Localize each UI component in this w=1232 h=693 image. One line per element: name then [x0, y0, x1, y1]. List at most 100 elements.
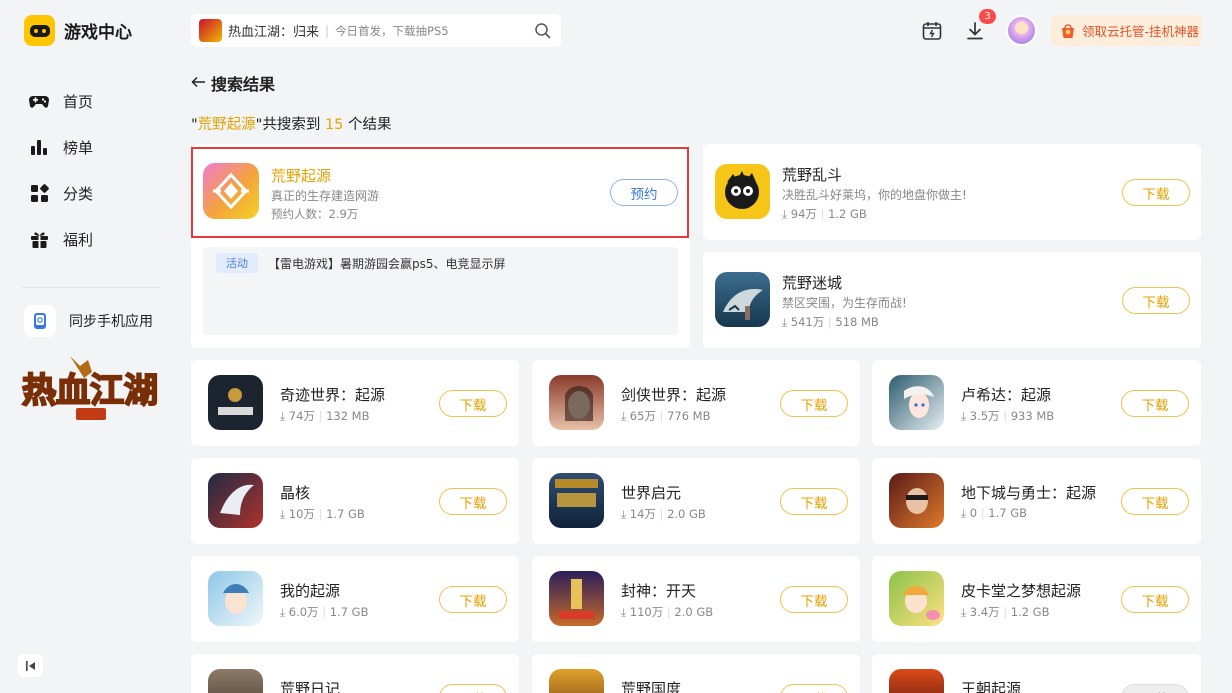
download-count-badge: 3 [979, 9, 996, 24]
app-name[interactable]: 地下城与勇士：起源 [961, 482, 1096, 503]
app-name[interactable]: 荒野日记 [280, 678, 340, 693]
download-button[interactable]: 下载 [1121, 390, 1189, 417]
app-icon-brawl[interactable] [715, 164, 770, 219]
app-meta: ⤓ 541万 | 518 MB [782, 315, 879, 329]
app-meta: ⤓ 3.4万 | 1.2 GB [961, 605, 1050, 619]
gift-bag-icon [1062, 23, 1074, 38]
highlight-box [191, 147, 689, 238]
activity-tag: 活动 [216, 253, 258, 273]
download-button[interactable]: 下载 [439, 390, 507, 417]
result-card: 封神：开天 ⤓ 110万 | 2.0 GB 下载 [532, 556, 860, 642]
download-button[interactable]: 下载 [780, 390, 848, 417]
download-button[interactable]: 下载 [439, 684, 507, 693]
app-name[interactable]: 剑侠世界：起源 [621, 384, 726, 405]
app-icon[interactable] [208, 669, 263, 693]
cloud-hosting-label: 领取云托管-挂机神器 [1082, 24, 1200, 39]
app-icon[interactable] [889, 375, 944, 430]
back-button[interactable]: 搜索结果 [191, 71, 275, 95]
app-name[interactable]: 晶核 [280, 482, 310, 503]
download-button[interactable]: 下载 [439, 586, 507, 613]
app-title: 游戏中心 [64, 23, 132, 43]
search-icon[interactable] [534, 22, 551, 39]
sidebar-item-home[interactable]: 首页 [28, 78, 93, 124]
sidebar-nav: 首页 榜单 分类 福利 [28, 78, 93, 262]
back-arrow-icon [191, 74, 206, 92]
activity-text: 【雷电游戏】暑期游园会赢ps5、电竞显示屏 [268, 257, 506, 271]
cloud-hosting-button[interactable]: 领取云托管-挂机神器 [1051, 15, 1202, 46]
result-card: 世界启元 ⤓ 14万 | 2.0 GB 下载 [532, 458, 860, 544]
app-meta: ⤓ 74万 | 132 MB [280, 409, 370, 423]
sidebar-divider [22, 287, 160, 288]
search-hint: 今日首发，下载抽PS5 [335, 23, 449, 38]
result-card: 我的起源 ⤓ 6.0万 | 1.7 GB 下载 [191, 556, 519, 642]
controller-logo-icon [24, 15, 55, 46]
app-name[interactable]: 王朝起源 [961, 678, 1021, 693]
result-card: 荒野国度 下载 [532, 654, 860, 693]
avatar[interactable] [1006, 15, 1037, 46]
app-meta: ⤓ 14万 | 2.0 GB [621, 507, 706, 521]
sidebar: 游戏中心 首页 榜单 分类 福利 同步手机应用 热血江湖 [0, 0, 175, 693]
app-name[interactable]: 荒野国度 [621, 678, 681, 693]
category-icon [28, 182, 50, 204]
app-desc: 决胜乱斗好莱坞，你的地盘你做主! [782, 188, 967, 202]
app-name[interactable]: 我的起源 [280, 580, 340, 601]
app-icon-maze[interactable] [715, 272, 770, 327]
app-icon[interactable] [549, 669, 604, 693]
app-icon[interactable] [208, 375, 263, 430]
app-name[interactable]: 世界启元 [621, 482, 681, 503]
result-card: 皮卡堂之梦想起源 ⤓ 3.4万 | 1.2 GB 下载 [872, 556, 1201, 642]
app-name[interactable]: 皮卡堂之梦想起源 [961, 580, 1081, 601]
search-game-thumbnail [199, 19, 222, 42]
app-icon[interactable] [208, 473, 263, 528]
sidebar-item-ranking[interactable]: 榜单 [28, 124, 93, 170]
phone-sync-icon [24, 305, 56, 337]
download-button[interactable]: 下载 [1122, 179, 1190, 206]
sidebar-item-label: 福利 [63, 230, 94, 249]
summary-suffix: 个结果 [348, 117, 392, 133]
download-button[interactable]: 下载 [439, 488, 507, 515]
app-name[interactable]: 荒野乱斗 [782, 164, 842, 185]
sidebar-item-welfare[interactable]: 福利 [28, 216, 93, 262]
download-button[interactable]: 下载 [780, 684, 848, 693]
app-name[interactable]: 封神：开天 [621, 580, 696, 601]
download-button[interactable]: 下载 [1121, 684, 1189, 693]
download-button[interactable]: 下载 [1121, 586, 1189, 613]
download-button[interactable]: 下载 [780, 586, 848, 613]
sync-phone-apps[interactable]: 同步手机应用 [24, 305, 153, 337]
search-separator: | [325, 23, 330, 38]
calendar-icon[interactable] [920, 19, 944, 43]
app-icon[interactable] [208, 571, 263, 626]
search-game-title: 热血江湖：归来 [228, 25, 320, 40]
result-card: 晶核 ⤓ 10万 | 1.7 GB 下载 [191, 458, 519, 544]
app-name[interactable]: 卢希达：起源 [961, 384, 1051, 405]
app-logo: 游戏中心 [24, 15, 132, 46]
app-name[interactable]: 奇迹世界：起源 [280, 384, 385, 405]
sidebar-item-label: 榜单 [63, 138, 94, 157]
collapse-icon [25, 660, 35, 671]
collapse-sidebar-button[interactable] [18, 654, 43, 677]
app-meta: ⤓ 0 | 1.7 GB [961, 506, 1028, 520]
promo-game-logo[interactable]: 热血江湖 [20, 350, 160, 428]
app-meta: ⤓ 10万 | 1.7 GB [280, 507, 365, 521]
download-button[interactable]: 下载 [1122, 287, 1190, 314]
app-name[interactable]: 荒野迷城 [782, 272, 842, 293]
sidebar-item-label: 首页 [63, 92, 94, 111]
app-icon[interactable] [889, 571, 944, 626]
app-icon[interactable] [549, 375, 604, 430]
result-card: 奇迹世界：起源 ⤓ 74万 | 132 MB 下载 [191, 360, 519, 446]
app-icon[interactable] [889, 473, 944, 528]
search-summary: "荒野起源"共搜索到 15 个结果 [191, 113, 392, 134]
page-title: 搜索结果 [211, 75, 276, 94]
sidebar-item-label: 分类 [63, 184, 94, 203]
result-card: 地下城与勇士：起源 ⤓ 0 | 1.7 GB 下载 [872, 458, 1201, 544]
download-button[interactable]: 下载 [780, 488, 848, 515]
download-button[interactable]: 下载 [1121, 488, 1189, 515]
activity-banner[interactable]: 活动 【雷电游戏】暑期游园会赢ps5、电竞显示屏 [203, 247, 678, 335]
search-query: 荒野起源 [197, 117, 256, 133]
gift-icon [28, 228, 50, 250]
app-icon[interactable] [549, 571, 604, 626]
app-icon[interactable] [549, 473, 604, 528]
app-icon[interactable] [889, 669, 944, 693]
search-bar[interactable]: 热血江湖：归来 | 今日首发，下载抽PS5 [191, 14, 561, 47]
sidebar-item-category[interactable]: 分类 [28, 170, 93, 216]
